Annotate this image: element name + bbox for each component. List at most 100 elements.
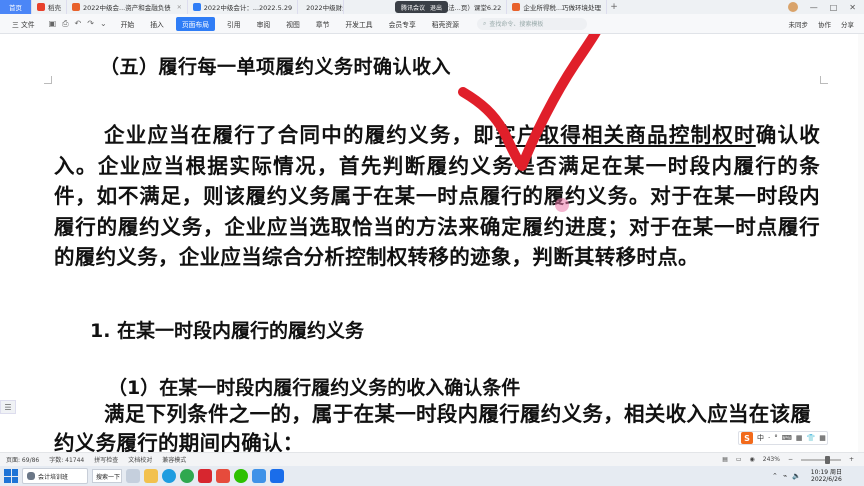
ribbon-tab-review[interactable]: 审阅 bbox=[249, 19, 279, 29]
status-right: ▤ ▭ ◉ 243% − + bbox=[722, 455, 864, 464]
margin-mark bbox=[44, 76, 52, 84]
taskbar-search[interactable]: 搜索一下 bbox=[92, 469, 122, 483]
view-icon[interactable]: ▤ bbox=[722, 456, 728, 463]
document-page[interactable]: （五）履行每一单项履约义务时确认收入 企业应当在履行了合同中的履约义务，即客户取… bbox=[0, 34, 864, 452]
search-icon: ⌕ bbox=[482, 19, 487, 27]
doc-proofread[interactable]: 文档校对 bbox=[128, 455, 152, 464]
clock-time: 10:19 周日 bbox=[810, 469, 842, 476]
wps-writer-icon[interactable] bbox=[216, 469, 230, 483]
screen: 首页 稻壳 2022中级会...资产和金融负债 ✕ 2022中级会计：...20… bbox=[0, 0, 864, 486]
status-bar: 页面: 69/86 字数: 41744 拼写检查 文档校对 兼容模式 ▤ ▭ ◉… bbox=[0, 452, 864, 466]
pointer-highlight bbox=[555, 198, 569, 212]
toolbox-icon[interactable]: ▦ bbox=[796, 434, 803, 442]
compat-mode: 兼容模式 bbox=[162, 457, 187, 464]
quick-access: ▣ ⎙ ↶ ↷ ⌄ bbox=[43, 19, 113, 29]
ime-toolbar[interactable]: S 中 · ° ⌨ ▦ 👕 ▦ bbox=[738, 431, 828, 445]
nav-pane-toggle[interactable]: ☰ bbox=[0, 400, 16, 414]
taskbar-app-button[interactable]: 会计培训班 bbox=[22, 468, 88, 484]
ppt-icon bbox=[72, 3, 80, 11]
ribbon-tab-layout[interactable]: 页面布局 bbox=[175, 16, 216, 31]
tab-label: 2022中级财务... bbox=[306, 4, 343, 12]
tab-home[interactable]: 首页 bbox=[0, 0, 32, 14]
ime-mode[interactable]: 中 bbox=[757, 433, 764, 443]
meeting-exit[interactable]: 退出 bbox=[430, 3, 442, 12]
network-icon[interactable]: ⌁ bbox=[783, 472, 787, 480]
minimize-icon[interactable]: — bbox=[810, 3, 818, 12]
avatar[interactable] bbox=[787, 2, 798, 12]
grid-icon[interactable]: ▦ bbox=[819, 434, 826, 442]
meeting-label[interactable]: 腾讯会议 bbox=[401, 3, 425, 12]
body-paragraph: 企业应当在履行了合同中的履约义务，即客户取得相关商品控制权时确认收入。企业应当根… bbox=[54, 120, 820, 273]
share-button[interactable]: 分享 bbox=[841, 19, 854, 29]
spell-check[interactable]: 拼写检查 bbox=[94, 455, 118, 464]
start-icon[interactable] bbox=[4, 469, 18, 483]
ribbon-tab-references[interactable]: 引用 bbox=[219, 19, 249, 29]
tab-label: 2022中级会...资产和金融负债 bbox=[83, 4, 171, 12]
tab-doc-2[interactable]: 2022中级会计：...2022.5.29 bbox=[188, 0, 299, 14]
tab-doc-1[interactable]: 2022中级会...资产和金融负债 ✕ bbox=[67, 0, 188, 14]
skin-icon[interactable]: 👕 bbox=[806, 434, 815, 442]
ribbon-tab-docer[interactable]: 稻壳资源 bbox=[424, 19, 467, 29]
edge-icon[interactable] bbox=[162, 469, 176, 483]
ime-width-icon[interactable]: ° bbox=[774, 434, 778, 442]
collab-button[interactable]: 协作 bbox=[818, 19, 831, 29]
explorer-icon[interactable] bbox=[144, 469, 158, 483]
word-count[interactable]: 字数: 41744 bbox=[49, 455, 84, 464]
ribbon-tab-view[interactable]: 视图 bbox=[278, 19, 308, 29]
ribbon-tab-section[interactable]: 章节 bbox=[308, 19, 338, 29]
zoom-slider[interactable] bbox=[800, 455, 841, 464]
ribbon-tab-dev[interactable]: 开发工具 bbox=[337, 19, 380, 29]
new-tab-button[interactable]: + bbox=[607, 2, 621, 12]
wps-icon[interactable] bbox=[198, 469, 212, 483]
web-view-icon[interactable]: ▭ bbox=[736, 456, 742, 463]
print-icon[interactable]: ⎙ bbox=[62, 19, 68, 29]
sync-status[interactable]: 未同步 bbox=[789, 19, 809, 29]
wechat-work-icon[interactable] bbox=[252, 469, 266, 483]
sogou-logo-icon: S bbox=[741, 432, 753, 444]
zoom-out-icon[interactable]: − bbox=[788, 456, 793, 463]
meeting-app-icon[interactable] bbox=[270, 469, 284, 483]
zoom-in-icon[interactable]: + bbox=[849, 456, 854, 463]
app-icon bbox=[27, 472, 35, 480]
daoke-icon bbox=[37, 3, 45, 11]
eye-icon[interactable]: ◉ bbox=[750, 456, 755, 463]
chevron-up-icon[interactable]: ⌃ bbox=[772, 472, 778, 480]
volume-icon[interactable]: 🔈 bbox=[792, 472, 801, 480]
close-window-icon[interactable]: ✕ bbox=[849, 3, 856, 12]
underlined-phrase: 客户取得相关商品控制权时 bbox=[495, 123, 756, 147]
keyboard-icon[interactable]: ⌨ bbox=[782, 434, 792, 442]
ribbon: 三 文件 ▣ ⎙ ↶ ↷ ⌄ 开始 插入 页面布局 引用 审阅 视图 章节 开发… bbox=[0, 14, 864, 34]
taskbar-clock[interactable]: 10:19 周日 2022/6/26 bbox=[811, 469, 864, 483]
para-text-pre: 企业应当在履行了合同中的履约义务，即 bbox=[104, 123, 496, 147]
zoom-level[interactable]: 243% bbox=[763, 456, 780, 463]
taskview-icon[interactable] bbox=[126, 469, 140, 483]
subheading-2: （1）在某一时段内履行履约义务的收入确认条件 bbox=[108, 377, 521, 399]
tab-daoke[interactable]: 稻壳 bbox=[32, 0, 67, 14]
taskbar: 会计培训班 搜索一下 ⌃ ⌁ 🔈 10:19 周日 2022/6/26 bbox=[0, 466, 864, 486]
ppt-icon bbox=[512, 3, 521, 11]
page-count[interactable]: 页面: 69/86 bbox=[6, 455, 39, 464]
doc-icon bbox=[192, 3, 201, 11]
ribbon-tab-insert[interactable]: 插入 bbox=[142, 19, 172, 29]
undo-icon[interactable]: ↶ bbox=[75, 19, 82, 29]
tab-doc-5[interactable]: 企业所得税...巧做环境处理 bbox=[507, 0, 608, 14]
taskbar-app-label: 会计培训班 bbox=[38, 473, 69, 481]
section-heading: （五）履行每一单项履约义务时确认收入 bbox=[100, 56, 452, 78]
vertical-scrollbar[interactable] bbox=[858, 34, 864, 452]
maximize-icon[interactable]: □ bbox=[830, 3, 838, 12]
ribbon-tab-start[interactable]: 开始 bbox=[113, 19, 143, 29]
system-tray: ⌃ ⌁ 🔈 bbox=[772, 472, 807, 480]
close-icon[interactable]: ✕ bbox=[177, 4, 182, 11]
body-paragraph-2: 满足下列条件之一的，属于在某一时段内履行履约义务，相关收入应当在该履约义务履行的… bbox=[54, 402, 812, 452]
chrome-icon[interactable] bbox=[180, 469, 194, 483]
file-menu[interactable]: 三 文件 bbox=[4, 19, 43, 29]
command-search[interactable]: ⌕ 查找命令、搜索模板 bbox=[476, 17, 587, 30]
ime-punct-icon[interactable]: · bbox=[768, 434, 770, 442]
tab-label: 2022中级会计：...2022.5.29 bbox=[203, 4, 293, 12]
redo-icon[interactable]: ↷ bbox=[87, 19, 94, 29]
ribbon-tab-member[interactable]: 会员专享 bbox=[381, 19, 424, 29]
more-icon[interactable]: ⌄ bbox=[100, 19, 107, 29]
save-icon[interactable]: ▣ bbox=[49, 19, 57, 29]
wechat-icon[interactable] bbox=[234, 469, 248, 483]
tab-doc-3[interactable]: 2022中级财务... bbox=[298, 0, 345, 14]
